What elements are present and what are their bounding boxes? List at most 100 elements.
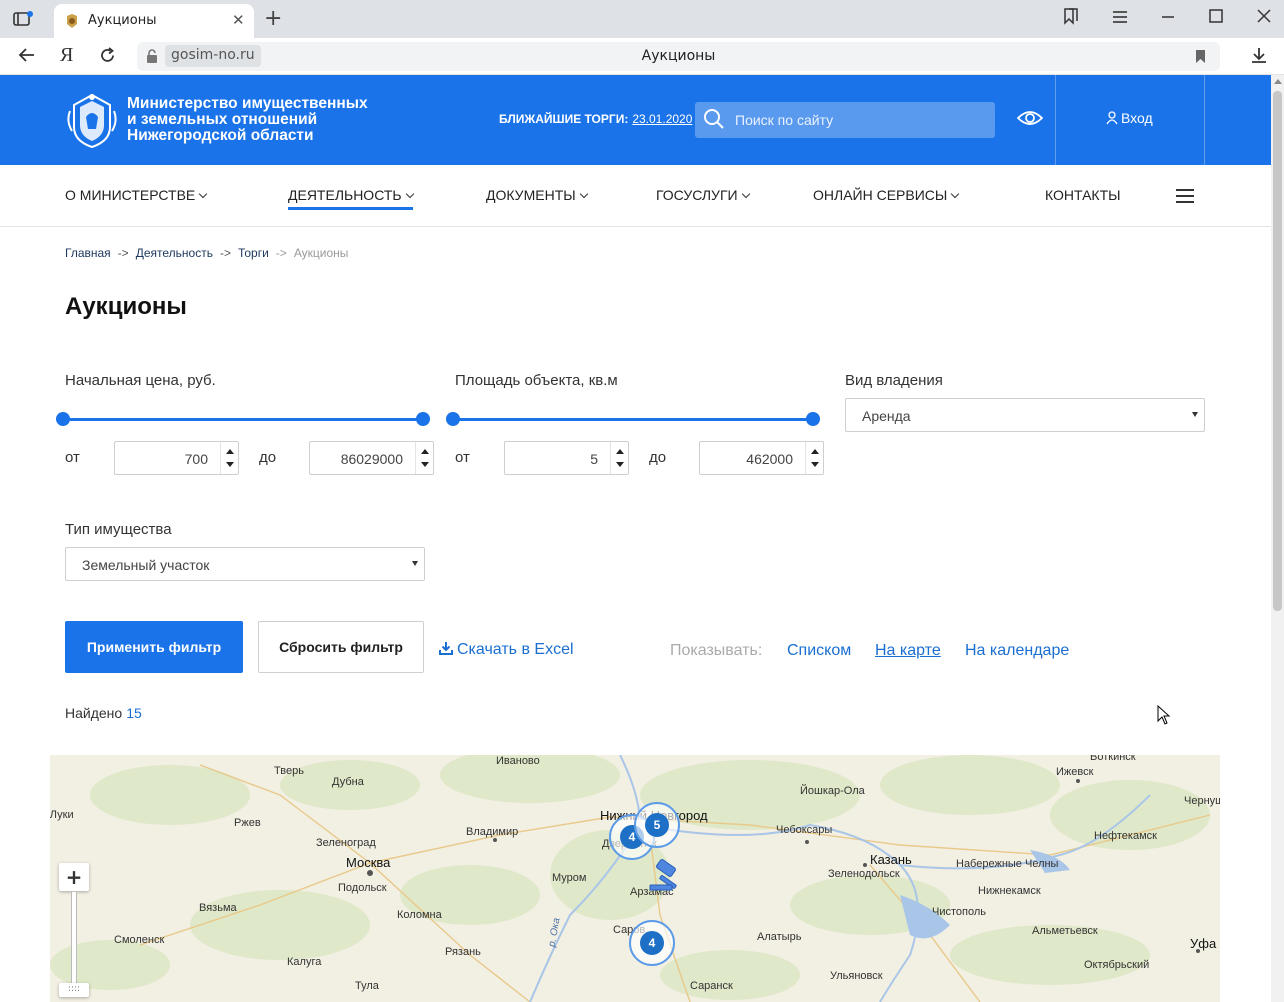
area-slider-min-handle[interactable] (446, 412, 460, 426)
view-calendar-link[interactable]: На календаре (965, 642, 1069, 660)
close-tab-icon[interactable]: ✕ (232, 11, 245, 29)
stepper-down-icon[interactable] (421, 462, 429, 467)
yandex-icon[interactable]: Я (60, 44, 73, 67)
ownership-select[interactable]: Аренда (845, 398, 1205, 432)
menu-icon[interactable] (1112, 10, 1128, 24)
favicon-emblem-icon (67, 14, 77, 28)
chevron-down-icon (405, 189, 414, 199)
stepper-up-icon[interactable] (616, 449, 624, 454)
map-city-label: Альметьевск (1032, 925, 1098, 937)
page-scrollbar[interactable] (1271, 75, 1284, 1002)
breadcrumb-separator: -> (219, 246, 231, 260)
map-city-label: Великие Луки (50, 809, 74, 821)
area-to-value: 462000 (746, 451, 793, 467)
scroll-up-arrow[interactable] (1274, 79, 1282, 84)
tabs-icon[interactable] (12, 10, 34, 28)
search-icon[interactable] (703, 108, 725, 130)
map-cluster-marker[interactable]: 4 (629, 920, 675, 966)
price-from-stepper[interactable] (220, 442, 238, 474)
nearest-auctions-date-link[interactable]: 23.01.2020 (632, 112, 692, 126)
stepper-up-icon[interactable] (811, 449, 819, 454)
page-title: Аукционы (65, 293, 187, 320)
menu-item-about[interactable]: О МИНИСТЕРСТВЕ (65, 187, 208, 203)
ministry-name[interactable]: Министерство имущественных и земельных о… (127, 96, 387, 144)
menu-item-activity[interactable]: ДЕЯТЕЛЬНОСТЬ (288, 187, 414, 210)
breadcrumb-activity[interactable]: Деятельность (136, 246, 213, 260)
map-city-label: Дубна (332, 776, 364, 788)
area-to-stepper[interactable] (805, 442, 823, 474)
url-field[interactable]: gosim-no.ru Аукционы (137, 42, 1220, 71)
property-type-select[interactable]: Земельный участок (65, 547, 425, 581)
minimize-icon[interactable] (1160, 10, 1176, 24)
view-list-link[interactable]: Списком (787, 642, 851, 660)
bookmark-icon[interactable] (1195, 49, 1206, 64)
view-map-link[interactable]: На карте (875, 642, 941, 660)
browser-tab[interactable]: Аукционы ✕ (54, 4, 254, 38)
property-type-label: Тип имущества (65, 521, 172, 538)
map-city-label: Алатырь (757, 931, 802, 943)
chevron-down-icon (951, 189, 960, 199)
map-city-label: Чернушка (1184, 795, 1220, 807)
auction-gavel-marker-icon[interactable] (648, 859, 686, 893)
menu-item-services[interactable]: ГОСУСЛУГИ (656, 187, 750, 203)
header-divider (1204, 75, 1205, 165)
dropdown-caret-icon (412, 561, 418, 566)
area-from-input[interactable]: 5 (504, 441, 629, 475)
stepper-down-icon[interactable] (811, 462, 819, 467)
download-excel-link[interactable]: Скачать в Excel (439, 641, 574, 659)
map-zoom-slider[interactable] (71, 892, 77, 992)
stepper-down-icon[interactable] (616, 462, 624, 467)
price-to-value: 86029000 (340, 451, 403, 467)
coat-of-arms-icon[interactable] (66, 91, 118, 149)
menu-item-contacts[interactable]: КОНТАКТЫ (1045, 187, 1121, 203)
breadcrumb-auctions-parent[interactable]: Торги (238, 246, 269, 260)
price-slider-min-handle[interactable] (56, 412, 70, 426)
scroll-thumb[interactable] (1273, 91, 1282, 611)
stepper-up-icon[interactable] (421, 449, 429, 454)
area-slider-max-handle[interactable] (806, 412, 820, 426)
chevron-down-icon (741, 189, 750, 199)
map-city-label: Зеленоград (316, 837, 376, 849)
site-search (695, 102, 995, 138)
apply-filter-button[interactable]: Применить фильтр (65, 621, 243, 673)
search-input[interactable] (735, 102, 985, 138)
map-city-label: Саранск (690, 980, 733, 992)
eye-icon[interactable] (1017, 109, 1043, 127)
map-city-label: Подольск (338, 882, 387, 894)
map-zoom-slider-handle[interactable]: :::: (59, 983, 89, 997)
stepper-up-icon[interactable] (226, 449, 234, 454)
reload-icon[interactable] (99, 47, 116, 64)
menu-item-online-services[interactable]: ОНЛАЙН СЕРВИСЫ (813, 187, 960, 203)
area-from-stepper[interactable] (610, 442, 628, 474)
map-cluster-marker[interactable]: 5 (634, 802, 680, 848)
map-city-label: Тула (355, 980, 379, 992)
area-slider-track[interactable] (453, 418, 815, 421)
reset-filter-button[interactable]: Сбросить фильтр (258, 621, 424, 673)
new-tab-icon[interactable]: + (264, 6, 282, 31)
breadcrumb-home[interactable]: Главная (65, 246, 111, 260)
area-to-input[interactable]: 462000 (699, 441, 824, 475)
map-zoom-in-button[interactable]: + (59, 863, 89, 891)
mouse-cursor-icon (1157, 705, 1171, 725)
maximize-icon[interactable] (1208, 8, 1224, 24)
map-city-label: Казань (870, 852, 912, 867)
price-to-input[interactable]: 86029000 (309, 441, 434, 475)
close-window-icon[interactable] (1256, 8, 1272, 24)
hamburger-menu-icon[interactable] (1176, 189, 1194, 203)
map-city-label: Коломна (397, 909, 442, 921)
price-to-stepper[interactable] (415, 442, 433, 474)
tab-title: Аукционы (88, 13, 157, 28)
stepper-down-icon[interactable] (226, 462, 234, 467)
nearest-auctions: БЛИЖАЙШИЕ ТОРГИ: 23.01.2020 (499, 112, 692, 126)
back-icon[interactable] (18, 47, 36, 63)
price-from-input[interactable]: 700 (114, 441, 239, 475)
map-city-label: Октябрьский (1084, 959, 1150, 971)
download-icon[interactable] (1250, 46, 1268, 64)
auctions-map[interactable]: Тверь Дубна Иваново Ржев Зеленоград Моск… (50, 755, 1220, 1002)
login-link[interactable]: Вход (1106, 110, 1153, 126)
map-city-label: Рязань (445, 946, 481, 958)
menu-item-documents[interactable]: ДОКУМЕНТЫ (486, 187, 588, 203)
price-slider-track[interactable] (63, 418, 425, 421)
bookmarks-icon[interactable] (1063, 7, 1079, 25)
price-slider-max-handle[interactable] (416, 412, 430, 426)
